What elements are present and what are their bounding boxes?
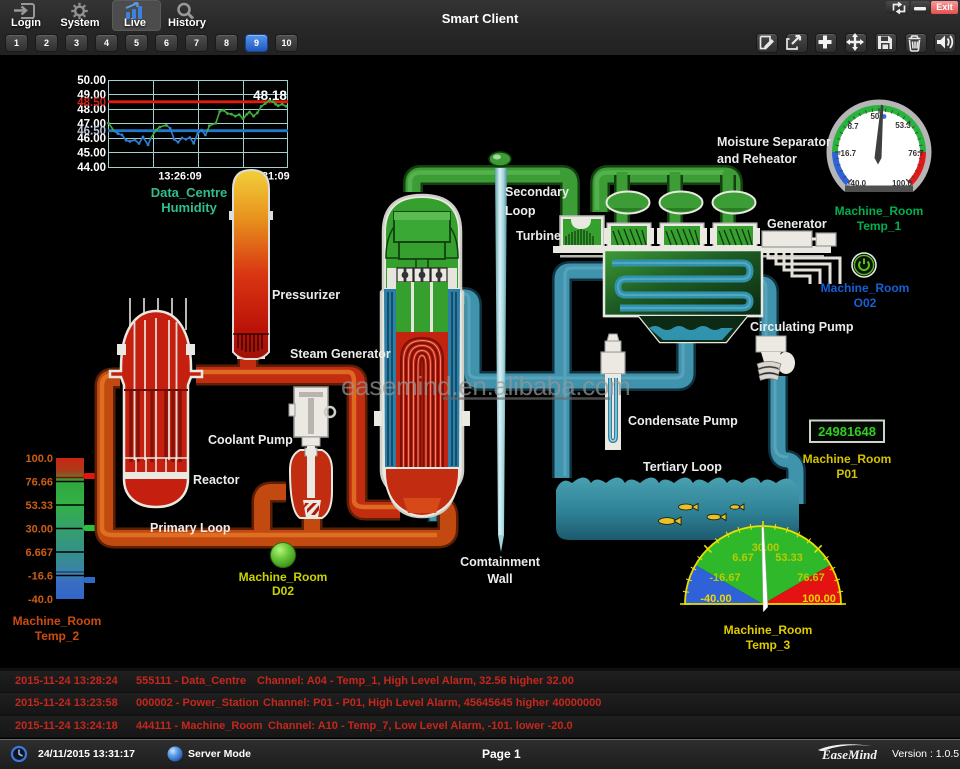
svg-text:Humidity: Humidity bbox=[161, 200, 217, 215]
svg-text:Machine_Room: Machine_Room bbox=[821, 281, 910, 295]
svg-text:Reactor: Reactor bbox=[193, 473, 240, 487]
svg-text:easemind.en.alibaba.com: easemind.en.alibaba.com bbox=[341, 371, 630, 401]
svg-text:100.00: 100.00 bbox=[802, 593, 836, 605]
svg-text:6.7: 6.7 bbox=[847, 122, 859, 131]
svg-text:6.667: 6.667 bbox=[25, 547, 53, 559]
svg-text:Loop: Loop bbox=[505, 204, 536, 218]
svg-text:53.33: 53.33 bbox=[25, 500, 53, 512]
svg-text:Condensate Pump: Condensate Pump bbox=[628, 414, 738, 428]
svg-text:76.67: 76.67 bbox=[797, 572, 825, 584]
svg-text:44.00: 44.00 bbox=[77, 162, 106, 174]
svg-text:Circulating Pump: Circulating Pump bbox=[750, 320, 854, 334]
svg-text:P01: P01 bbox=[836, 467, 858, 481]
svg-text:76.7: 76.7 bbox=[908, 149, 924, 158]
svg-text:Tertiary Loop: Tertiary Loop bbox=[643, 460, 722, 474]
svg-text:Data_Centre: Data_Centre bbox=[151, 185, 228, 200]
svg-text:45.00: 45.00 bbox=[77, 148, 106, 160]
svg-text:-16.7: -16.7 bbox=[838, 149, 857, 158]
svg-text:Machine_Room: Machine_Room bbox=[239, 570, 328, 584]
svg-text:46.50: 46.50 bbox=[77, 126, 106, 138]
svg-text:Comtainment: Comtainment bbox=[460, 555, 541, 569]
svg-text:24981648: 24981648 bbox=[818, 424, 876, 439]
svg-text:48.50: 48.50 bbox=[77, 97, 106, 109]
svg-text:Temp_2: Temp_2 bbox=[35, 629, 80, 643]
svg-text:Coolant Pump: Coolant Pump bbox=[208, 433, 293, 447]
svg-text:Wall: Wall bbox=[487, 572, 512, 586]
svg-text:O02: O02 bbox=[854, 296, 877, 310]
svg-text:Steam Generator: Steam Generator bbox=[290, 347, 391, 361]
svg-text:-40.0: -40.0 bbox=[28, 594, 53, 606]
svg-text:13:26:09: 13:26:09 bbox=[158, 171, 201, 183]
svg-text:Machine_Room: Machine_Room bbox=[13, 614, 102, 628]
svg-text:and Reheator: and Reheator bbox=[717, 152, 797, 166]
svg-text:Secondary: Secondary bbox=[505, 185, 569, 199]
svg-text:30.00: 30.00 bbox=[25, 524, 53, 536]
svg-text:-16.67: -16.67 bbox=[709, 572, 740, 584]
svg-text:-40.00: -40.00 bbox=[700, 593, 731, 605]
svg-text:D02: D02 bbox=[272, 584, 294, 598]
svg-text:Temp_1: Temp_1 bbox=[857, 219, 902, 233]
svg-text:53.3: 53.3 bbox=[895, 121, 911, 130]
svg-text:Moisture Separator: Moisture Separator bbox=[717, 135, 831, 149]
svg-text:53.33: 53.33 bbox=[775, 552, 803, 564]
svg-text:100.0: 100.0 bbox=[25, 453, 53, 465]
svg-text:Generator: Generator bbox=[767, 217, 827, 231]
svg-text:76.66: 76.66 bbox=[25, 477, 53, 489]
svg-text:50.00: 50.00 bbox=[77, 75, 106, 87]
svg-text:Temp_3: Temp_3 bbox=[746, 638, 791, 652]
svg-text:-16.6: -16.6 bbox=[28, 571, 53, 583]
svg-text:Primary Loop: Primary Loop bbox=[150, 521, 231, 535]
svg-text:Machine_Room: Machine_Room bbox=[803, 452, 892, 466]
svg-text:Machine_Room: Machine_Room bbox=[724, 623, 813, 637]
svg-text:Turbine: Turbine bbox=[516, 229, 561, 243]
svg-text:6.67: 6.67 bbox=[732, 552, 753, 564]
svg-text:Machine_Room: Machine_Room bbox=[835, 204, 924, 218]
svg-text:EaseMind: EaseMind bbox=[821, 747, 877, 762]
svg-text:Pressurizer: Pressurizer bbox=[272, 288, 340, 302]
